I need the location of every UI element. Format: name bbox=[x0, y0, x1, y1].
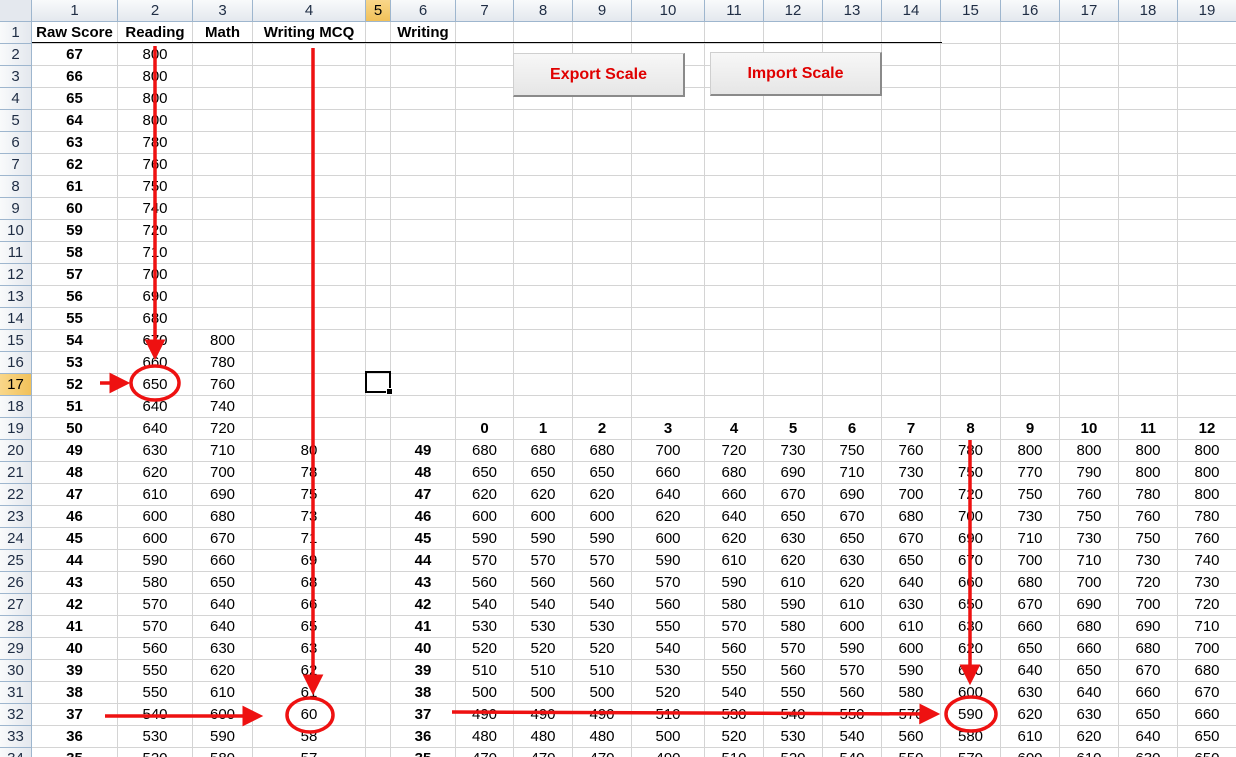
writing-circle bbox=[944, 695, 998, 733]
annotation-overlay bbox=[100, 46, 998, 734]
spreadsheet: 1 2 3 4 5 6 7 8 9 10 11 12 13 14 15 16 17 18 19 1234567891… bbox=[0, 0, 1236, 757]
writing-right-arrow bbox=[451, 703, 941, 725]
writing-mcq-circle bbox=[285, 696, 335, 734]
reading-circle bbox=[129, 364, 181, 402]
